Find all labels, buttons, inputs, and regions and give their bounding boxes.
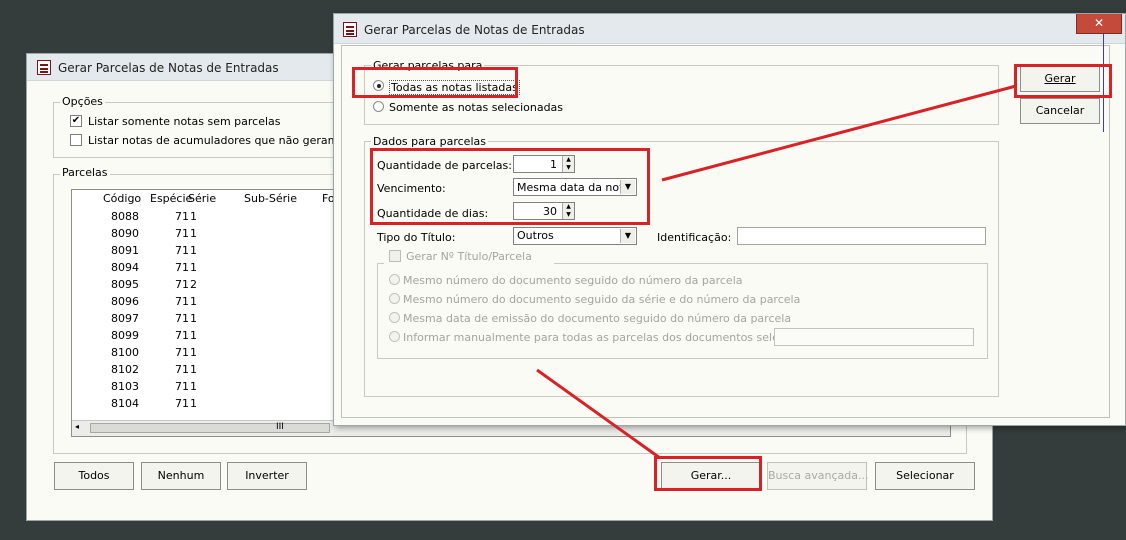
selecionar-button[interactable]: Selecionar xyxy=(875,462,975,490)
cell-codigo: 8100 xyxy=(111,346,139,359)
scroll-left-icon[interactable]: ◂ xyxy=(75,422,79,431)
cell-codigo: 8099 xyxy=(111,329,139,342)
highlight-dialog-gerar xyxy=(1014,64,1112,98)
chevron-down-icon[interactable]: ▼ xyxy=(620,229,635,243)
cell-especie: 71 xyxy=(175,397,189,410)
cell-especie: 71 xyxy=(175,363,189,376)
close-button[interactable]: ✕ xyxy=(1076,14,1122,34)
cell-serie: 1 xyxy=(190,261,197,274)
tipo-titulo-select[interactable]: Outros ▼ xyxy=(513,227,637,245)
cell-codigo: 8096 xyxy=(111,295,139,308)
cell-serie: 1 xyxy=(190,312,197,325)
cell-codigo: 8091 xyxy=(111,244,139,257)
cell-serie: 1 xyxy=(190,363,197,376)
todos-button[interactable]: Todos xyxy=(54,462,134,490)
cell-codigo: 8090 xyxy=(111,227,139,240)
cell-serie: 1 xyxy=(190,329,197,342)
column-header-codigo[interactable]: Código xyxy=(103,192,141,205)
highlight-back-gerar xyxy=(654,456,762,491)
cell-serie: 1 xyxy=(190,346,197,359)
back-window-title: Gerar Parcelas de Notas de Entradas xyxy=(58,61,279,75)
tipo-titulo-label: Tipo do Título: xyxy=(377,231,456,244)
cell-serie: 1 xyxy=(190,244,197,257)
option-manual-label: Informar manualmente para todas as parce… xyxy=(403,331,828,344)
document-icon xyxy=(37,60,51,75)
highlight-dados-fields xyxy=(370,148,650,225)
identificacao-input[interactable] xyxy=(737,227,986,245)
cell-codigo: 8095 xyxy=(111,278,139,291)
cell-serie: 1 xyxy=(190,227,197,240)
manual-number-input[interactable] xyxy=(774,328,974,346)
cell-serie: 1 xyxy=(190,380,197,393)
option-numero-parcela-radio[interactable] xyxy=(389,274,400,285)
cell-serie: 2 xyxy=(190,278,197,291)
nenhum-button[interactable]: Nenhum xyxy=(141,462,221,490)
cell-especie: 71 xyxy=(175,261,189,274)
cell-especie: 71 xyxy=(175,227,189,240)
cell-codigo: 8104 xyxy=(111,397,139,410)
cell-especie: 71 xyxy=(175,278,189,291)
only-without-parcels-checkbox[interactable]: ✔ xyxy=(70,115,82,127)
cell-codigo: 8094 xyxy=(111,261,139,274)
cell-especie: 71 xyxy=(175,210,189,223)
list-accumulators-checkbox[interactable] xyxy=(70,134,82,146)
dialog-titlebar: Gerar Parcelas de Notas de Entradas ✕ xyxy=(334,14,1125,44)
document-icon xyxy=(343,22,357,37)
option-numero-parcela-label: Mesmo número do documento seguido do núm… xyxy=(403,274,743,287)
cell-especie: 71 xyxy=(175,329,189,342)
option-data-emissao-radio[interactable] xyxy=(389,312,400,323)
identificacao-label: Identificação: xyxy=(657,231,732,244)
busca-avancada-button[interactable]: Busca avançada... xyxy=(767,462,869,490)
highlight-todas-notas xyxy=(352,67,518,98)
option-serie-parcela-radio[interactable] xyxy=(389,293,400,304)
scroll-grip: III xyxy=(276,422,284,432)
only-without-parcels-label: Listar somente notas sem parcelas xyxy=(88,115,281,128)
close-icon: ✕ xyxy=(1093,16,1105,30)
cell-serie: 1 xyxy=(190,210,197,223)
dialog-title: Gerar Parcelas de Notas de Entradas xyxy=(364,23,585,37)
options-legend: Opções xyxy=(60,95,105,108)
somente-selecionadas-radio[interactable] xyxy=(373,101,384,112)
cell-especie: 71 xyxy=(175,312,189,325)
options-group xyxy=(53,102,365,158)
gerar-numero-label: Gerar Nº Título/Parcela xyxy=(406,250,532,263)
option-manual-radio[interactable] xyxy=(389,331,400,342)
column-header-sub-serie[interactable]: Sub-Série xyxy=(244,192,297,205)
cell-serie: 1 xyxy=(190,295,197,308)
scroll-thumb[interactable]: III xyxy=(90,422,330,433)
gerar-numero-checkbox[interactable] xyxy=(389,250,401,262)
column-header-serie[interactable]: Série xyxy=(188,192,216,205)
somente-selecionadas-label[interactable]: Somente as notas selecionadas xyxy=(389,101,563,114)
dialog-cancelar-button[interactable]: Cancelar xyxy=(1020,98,1100,124)
column-header-especie[interactable]: Espécie xyxy=(150,192,192,205)
option-serie-parcela-label: Mesmo número do documento seguido da sér… xyxy=(403,293,801,306)
cell-codigo: 8102 xyxy=(111,363,139,376)
inverter-button[interactable]: Inverter xyxy=(227,462,307,490)
cell-especie: 71 xyxy=(175,380,189,393)
cell-codigo: 8103 xyxy=(111,380,139,393)
cell-especie: 71 xyxy=(175,295,189,308)
tipo-titulo-value: Outros xyxy=(517,229,554,242)
cell-codigo: 8097 xyxy=(111,312,139,325)
dados-legend: Dados para parcelas xyxy=(371,135,488,148)
cell-especie: 71 xyxy=(175,346,189,359)
dialog-cancelar-label: Cancelar xyxy=(1035,104,1085,117)
cell-especie: 71 xyxy=(175,244,189,257)
cell-serie: 1 xyxy=(190,397,197,410)
option-data-emissao-label: Mesma data de emissão do documento segui… xyxy=(403,312,792,325)
cell-codigo: 8088 xyxy=(111,210,139,223)
parcelas-legend: Parcelas xyxy=(60,166,110,179)
